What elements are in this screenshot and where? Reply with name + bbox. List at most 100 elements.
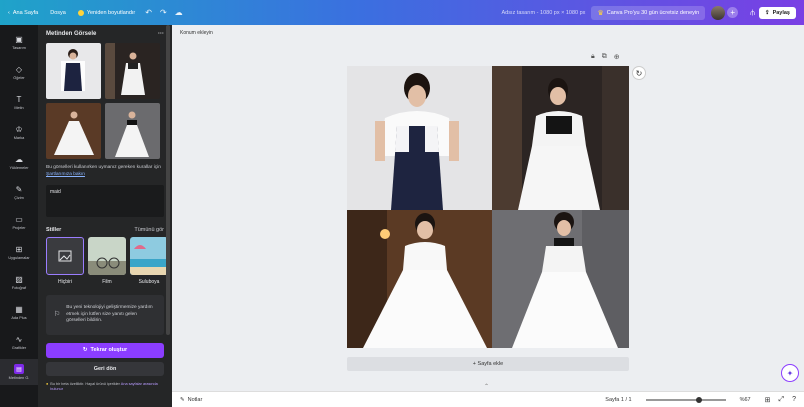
home-label: Ana Sayfa [12, 9, 39, 16]
beta-footnote-text: Bu bir beta özelliktir. Hayal ürünü içer… [50, 381, 121, 386]
zoom-value[interactable]: %67 [740, 397, 751, 403]
rail-label-11: Metinden G. [8, 376, 30, 380]
panel-title: Metinden Görsele [46, 31, 97, 37]
zoom-slider[interactable] [645, 396, 726, 403]
style-none[interactable]: Hiçbiri [46, 236, 84, 285]
try-pro-button[interactable]: ♛ Canva Pro'yu 30 gün ücretsiz deneyin [591, 5, 706, 20]
style-none-label: Hiçbiri [58, 278, 72, 285]
file-menu[interactable]: Dosya [44, 0, 72, 25]
rail-item-5[interactable]: ✎ Çizim [0, 179, 38, 205]
style-film[interactable]: Film [88, 236, 126, 285]
rail-item-6[interactable]: ▭ Projeler [0, 209, 38, 235]
rail-item-11[interactable]: ▤ Metinden G. [0, 359, 38, 385]
rail-label-9: Ada Plus [11, 315, 27, 320]
rail-label-2: Metin [14, 105, 24, 110]
page-title-field[interactable]: Konum ekleyin [180, 30, 213, 36]
rail-item-4[interactable]: ☁ Yüklemeler [0, 149, 38, 175]
rail-icon-7: ⊞ [15, 244, 23, 254]
rail-icon-11: ▤ [14, 364, 24, 374]
design-size-label[interactable]: Adsız tasarım - 1080 px × 1080 px [502, 10, 586, 16]
rail-icon-4: ☁ [15, 154, 23, 164]
prompt-input[interactable]: maid [46, 184, 164, 217]
rail-label-10: Grafikler [11, 345, 27, 350]
design-canvas[interactable] [347, 66, 629, 348]
grid-view-icon[interactable]: ⊞ [765, 396, 771, 404]
canvas-image-2[interactable] [492, 66, 629, 210]
style-watercolor[interactable]: Suluboya [130, 236, 168, 285]
regenerate-button[interactable]: ↻ Tekrar oluştur [46, 342, 164, 358]
generated-image-3[interactable] [46, 103, 101, 159]
terms-link[interactable]: Şartlarımıza bakın [46, 172, 85, 177]
resize-button[interactable]: Yeniden boyutlandır [72, 0, 141, 25]
notes-button[interactable]: ✎ Notlar [172, 397, 202, 403]
add-page-button[interactable]: + Sayfa ekle [347, 357, 629, 371]
text-to-image-panel: Metinden Görsele ··· Bu görselleri kulla… [38, 25, 172, 407]
generated-image-2[interactable] [105, 43, 160, 99]
rail-item-0[interactable]: ▣ Tasarım [0, 29, 38, 55]
rotate-icon[interactable]: ↻ [632, 66, 646, 80]
notes-icon: ✎ [180, 396, 185, 403]
fullscreen-icon[interactable]: ⤢ [778, 396, 784, 404]
avatar[interactable] [711, 5, 726, 20]
refresh-icon: ↻ [82, 347, 88, 354]
bottom-bar: ✎ Notlar Sayfa 1 / 1 %67 ⊞ ⤢ ? [172, 391, 804, 407]
beta-footnote: ● Bu bir beta özelliktir. Hayal ürünü iç… [38, 376, 172, 399]
generated-image-1[interactable] [46, 43, 101, 99]
undo-icon[interactable]: ↶ [141, 8, 156, 17]
style-options: Hiçbiri Film Suluboya [38, 236, 172, 285]
add-page-icon[interactable]: ⊕ [614, 53, 620, 61]
style-watercolor-label: Suluboya [138, 278, 160, 285]
magic-assistant-icon[interactable]: ✦ [781, 364, 799, 382]
terms-note: Bu görselleri kullanırken uymanız gereke… [38, 159, 172, 179]
rail-label-0: Tasarım [12, 45, 26, 50]
lock-icon[interactable]: 🔒︎ [591, 53, 595, 61]
rail-label-4: Yüklemeler [9, 165, 29, 170]
rail-icon-3: ♔ [15, 124, 23, 134]
canvas-image-4[interactable] [492, 210, 629, 348]
help-icon[interactable]: ? [792, 396, 796, 403]
feedback-icon: ⚐ [54, 311, 61, 318]
rail-item-7[interactable]: ⊞ Uygulamalar [0, 239, 38, 265]
back-button[interactable]: Geri dön [46, 361, 164, 376]
more-options-icon[interactable]: ··· [158, 31, 164, 37]
terms-note-text: Bu görselleri kullanırken uymanız gereke… [46, 165, 161, 170]
crown-icon [77, 9, 84, 16]
rail-label-3: Marka [13, 135, 25, 140]
rail-label-8: Fotoğraf [11, 285, 27, 290]
page-indicator[interactable]: Sayfa 1 / 1 [605, 397, 631, 403]
generated-image-4[interactable] [105, 103, 160, 159]
zoom-slider-handle[interactable] [696, 396, 703, 403]
resize-label: Yeniden boyutlandır [86, 9, 136, 16]
canvas-image-1[interactable] [347, 66, 492, 210]
rail-label-6: Projeler [12, 225, 26, 230]
canvas-image-3[interactable] [347, 210, 492, 348]
rail-label-1: Öğeler [13, 75, 25, 80]
rail-item-1[interactable]: ◇ Öğeler [0, 59, 38, 85]
rail-item-10[interactable]: ∿ Grafikler [0, 329, 38, 355]
see-all-styles-link[interactable]: Tümünü gör [134, 227, 164, 233]
chevron-left-icon: ‹ [8, 9, 10, 16]
panel-scrollbar[interactable] [166, 25, 170, 335]
try-pro-label: Canva Pro'yu 30 gün ücretsiz deneyin [606, 9, 700, 16]
styles-title: Stiller [46, 226, 62, 233]
rail-item-2[interactable]: T Metin [0, 89, 38, 115]
rail-icon-10: ∿ [15, 334, 23, 344]
chart-icon[interactable]: ⫛ [746, 8, 759, 18]
share-button[interactable]: ⇪ Paylaş [758, 6, 796, 19]
duplicate-icon[interactable]: ⧉ [602, 53, 607, 61]
home-button[interactable]: ‹ Ana Sayfa [0, 0, 44, 25]
rail-item-8[interactable]: ▨ Fotoğraf [0, 269, 38, 295]
redo-icon[interactable]: ↷ [156, 8, 171, 17]
file-label: Dosya [50, 9, 66, 16]
left-rail: ▣ Tasarım ◇ Öğeler T Metin ♔ Marka ☁ Yüklemeler ✎ Ç… [0, 25, 38, 407]
chevron-up-icon[interactable]: ⌃ [484, 383, 489, 390]
add-collaborator-button[interactable]: + [727, 7, 739, 18]
rail-item-9[interactable]: ▦ Ada Plus [0, 299, 38, 325]
image-icon [58, 250, 72, 262]
rail-icon-6: ▭ [15, 214, 23, 224]
style-film-thumb [88, 236, 126, 275]
rail-item-3[interactable]: ♔ Marka [0, 119, 38, 145]
info-icon: ● [46, 381, 49, 386]
rail-icon-1: ◇ [15, 64, 23, 74]
cloud-save-icon[interactable]: ☁ [171, 8, 187, 17]
